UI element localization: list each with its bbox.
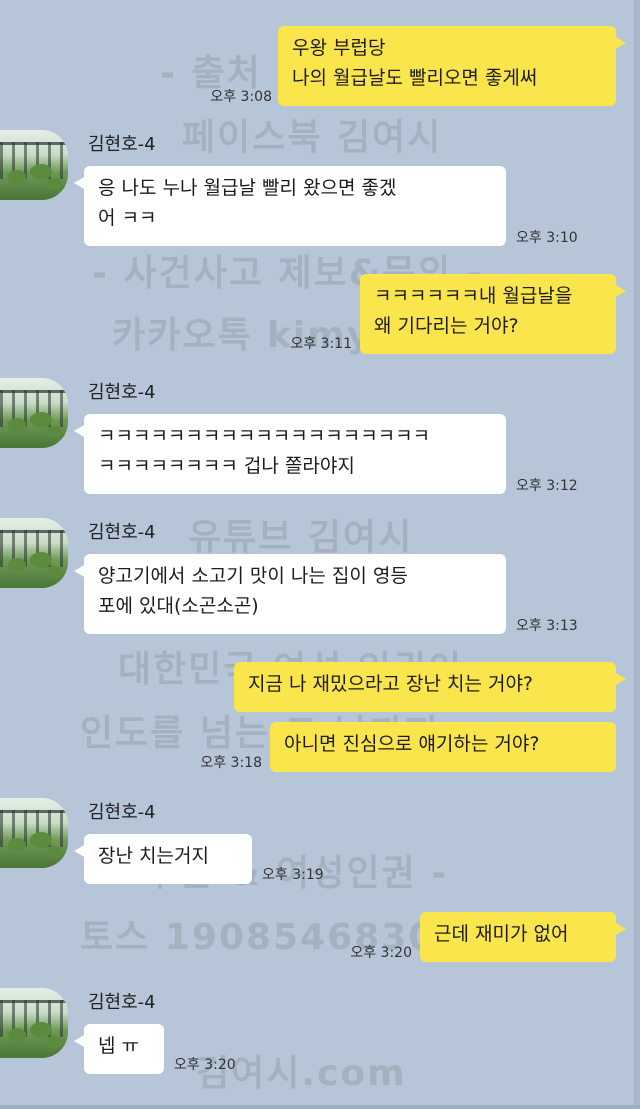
message-timestamp: 오후 3:18 [200, 755, 262, 771]
message-timestamp: 오후 3:20 [350, 945, 412, 961]
chat-bubble-me[interactable]: 아니면 진심으로 얘기하는 거야? [270, 722, 616, 772]
chat-bubble-me[interactable]: 근데 재미가 없어 [420, 912, 626, 962]
message-timestamp: 오후 3:20 [174, 1057, 236, 1073]
contact-avatar[interactable] [0, 988, 68, 1058]
message-timestamp: 오후 3:10 [516, 230, 578, 246]
watermark-facebook: 페이스북 김여시 [182, 117, 443, 158]
contact-name: 김현호-4 [88, 802, 156, 823]
contact-avatar[interactable] [0, 518, 68, 588]
bottom-edge [0, 1105, 640, 1109]
chat-bubble-other[interactable]: 장난 치는거지 [74, 834, 252, 884]
contact-avatar[interactable] [0, 378, 68, 448]
watermark-youtube-2: 유튜브 김여시 [188, 517, 414, 558]
message-timestamp: 오후 3:13 [516, 618, 578, 634]
contact-name: 김현호-4 [88, 992, 156, 1013]
chat-bubble-other[interactable]: 응 나도 누나 월급날 빨리 왔으면 좋겠 어 ㅋㅋ [74, 166, 506, 246]
contact-avatar[interactable] [0, 798, 68, 868]
contact-name: 김현호-4 [88, 522, 156, 543]
contact-name: 김현호-4 [88, 134, 156, 155]
chat-bubble-other[interactable]: 넵 ㅠ [74, 1024, 164, 1074]
chat-bubble-me[interactable]: 우왕 부럽당 나의 월급날도 빨리오면 좋게써 [278, 26, 626, 106]
chat-bubble-me[interactable]: 지금 나 재밌으라고 장난 치는 거야? [234, 662, 626, 712]
chat-bubble-me[interactable]: ㅋㅋㅋㅋㅋㅋ내 월급날을 왜 기다리는 거야? [360, 274, 626, 354]
contact-avatar[interactable] [0, 130, 68, 200]
contact-name: 김현호-4 [88, 382, 156, 403]
scrollbar-track[interactable] [634, 0, 640, 1109]
chat-bubble-other[interactable]: 양고기에서 소고기 맛이 나는 집이 영등 포에 있대(소곤소곤) [74, 554, 506, 634]
message-timestamp: 오후 3:19 [262, 867, 324, 883]
message-timestamp: 오후 3:08 [210, 89, 272, 105]
chat-bubble-other[interactable]: ㅋㅋㅋㅋㅋㅋㅋㅋㅋㅋㅋㅋㅋㅋㅋㅋㅋㅋㅋ ㅋㅋㅋㅋㅋㅋㅋㅋ 겁나 쫄라야지 [74, 414, 506, 494]
message-timestamp: 오후 3:11 [290, 336, 352, 352]
message-timestamp: 오후 3:12 [516, 478, 578, 494]
